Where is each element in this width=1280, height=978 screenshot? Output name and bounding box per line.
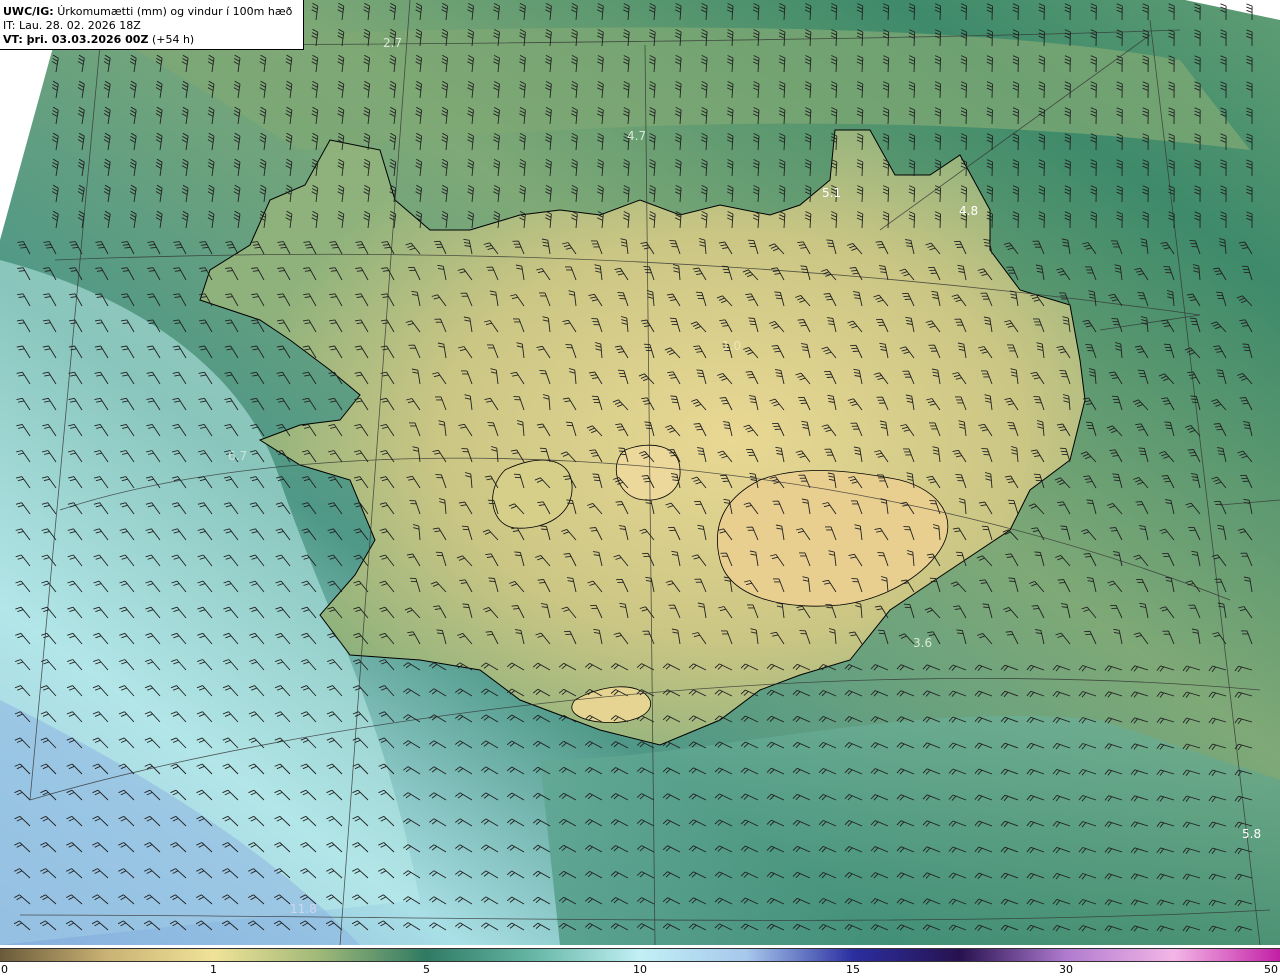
init-time: IT: Lau. 28. 02. 2026 18Z bbox=[3, 19, 141, 32]
map-header: UWC/IG: Úrkomumætti (mm) og vindur í 100… bbox=[0, 0, 304, 50]
colorbar-tick-15: 15 bbox=[846, 963, 860, 976]
valid-offset: (+54 h) bbox=[151, 33, 195, 46]
precipitation-wind-map: 2.7 4.7 5.1 4.8 1.0 6.7 3.6 5.8 11.8 bbox=[0, 0, 1280, 945]
colorbar-tick-0: 0 bbox=[1, 963, 8, 976]
value-label-2: 4.7 bbox=[627, 129, 646, 143]
product-name: Úrkomumætti (mm) og vindur í 100m hæð bbox=[57, 5, 293, 18]
colorbar-tick-5: 5 bbox=[423, 963, 430, 976]
colorbar-tick-10: 10 bbox=[633, 963, 647, 976]
value-label-5: 1.0 bbox=[722, 339, 741, 353]
precipitation-colorbar bbox=[0, 948, 1280, 962]
model-name: UWC/IG: bbox=[3, 5, 54, 18]
value-label-9: 11.8 bbox=[290, 902, 317, 916]
value-label-7: 3.6 bbox=[913, 636, 932, 650]
value-label-6: 6.7 bbox=[228, 449, 247, 463]
header-line-1: UWC/IG: Úrkomumætti (mm) og vindur í 100… bbox=[3, 5, 300, 19]
value-label-3: 5.1 bbox=[822, 186, 841, 200]
header-line-3: VT: þri. 03.03.2026 00Z (+54 h) bbox=[3, 33, 300, 47]
colorbar-tick-30: 30 bbox=[1059, 963, 1073, 976]
value-label-8: 5.8 bbox=[1242, 827, 1261, 841]
valid-time: VT: þri. 03.03.2026 00Z bbox=[3, 33, 149, 46]
colorbar-tick-50: 50 bbox=[1264, 963, 1278, 976]
value-label-1: 2.7 bbox=[383, 36, 402, 50]
colorbar-tick-1: 1 bbox=[210, 963, 217, 976]
value-label-4: 4.8 bbox=[959, 204, 978, 218]
